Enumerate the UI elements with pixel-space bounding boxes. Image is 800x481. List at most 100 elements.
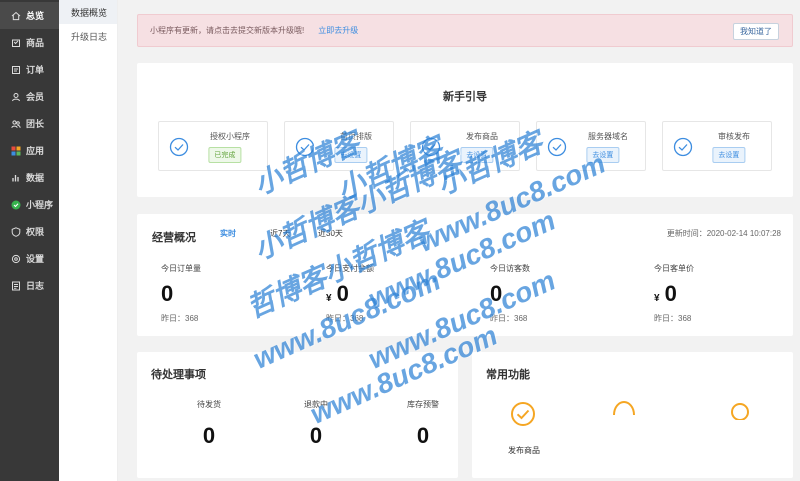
guide-step-setup-button[interactable]: 去设置 — [586, 147, 620, 163]
sidebar-item-label: 设置 — [26, 254, 45, 264]
guide-step-homepage-layout: 首页排版 去设置 — [284, 121, 394, 171]
sidebar-item-label: 团长 — [26, 119, 45, 129]
check-circle-icon — [295, 137, 315, 157]
metric-value: 0 — [664, 281, 677, 306]
submenu-item-data-overview[interactable]: 数据概览 — [59, 0, 117, 24]
metric-value-row: ¥ 0 — [654, 281, 800, 307]
metric-value-row: ¥ 0 — [326, 281, 476, 307]
guide-step-setup-button[interactable]: 去设置 — [460, 147, 494, 163]
got-it-button[interactable]: 我知道了 — [733, 23, 779, 40]
sidebar-item-members[interactable]: 会员 — [0, 83, 59, 110]
upgrade-now-link[interactable]: 立即去升级 — [318, 25, 358, 36]
guide-step-name: 首页排版 — [340, 132, 372, 141]
sidebar-item-label: 数据 — [26, 173, 45, 183]
guide-step-server-domain: 服务器域名 去设置 — [536, 121, 646, 171]
currency-symbol: ¥ — [326, 293, 332, 304]
sidebar-item-label: 小程序 — [26, 200, 54, 210]
update-time: 更新时间：2020-02-14 10:07:28 — [666, 229, 781, 238]
main-sidebar: 总览 商品 订单 会员 团长 应用 数据 小程序 权限 设置 日志 — [0, 0, 59, 481]
miniprogram-icon — [11, 200, 21, 210]
member-icon — [11, 92, 21, 102]
sidebar-item-label: 会员 — [26, 92, 45, 102]
apps-icon — [11, 146, 21, 156]
sub-menu: 数据概览 升级日志 — [59, 0, 118, 481]
pending-item-stock-warning[interactable]: 库存预警 0 — [378, 399, 468, 449]
settings-icon — [11, 254, 21, 264]
guide-step-name: 审核发布 — [718, 132, 750, 141]
sidebar-item-data[interactable]: 数据 — [0, 164, 59, 191]
sidebar-item-orders[interactable]: 订单 — [0, 56, 59, 83]
data-icon — [11, 173, 21, 183]
submenu-item-upgrade-log[interactable]: 升级日志 — [59, 24, 117, 48]
metric-value-row: 0 — [490, 281, 640, 307]
metric-today-payment: 今日支付金额 ¥ 0 昨日：368 — [326, 263, 476, 333]
common-functions-card: 常用功能 发布商品 — [472, 352, 793, 478]
sidebar-item-settings[interactable]: 设置 — [0, 245, 59, 272]
metric-yesterday: 昨日：368 — [326, 314, 364, 323]
beginner-guide-card: 新手引导 授权小程序 已完成 首页排版 去设置 发布商品 去设置 服务器域名 去… — [137, 63, 793, 197]
pending-value: 0 — [309, 423, 323, 448]
guide-step-name: 服务器域名 — [588, 132, 628, 141]
pending-items-card: 待处理事项 待发货 0 退款中 0 库存预警 0 — [137, 352, 458, 478]
metric-today-orders: 今日订单量 0 昨日：368 — [161, 263, 311, 333]
check-circle-icon — [169, 137, 189, 157]
guide-step-name: 发布商品 — [466, 132, 498, 141]
orange-function-icon[interactable] — [727, 400, 753, 420]
guide-title: 新手引导 — [443, 91, 487, 103]
check-circle-icon — [673, 137, 693, 157]
pending-title: 待处理事项 — [151, 369, 206, 381]
sidebar-item-overview[interactable]: 总览 — [0, 2, 59, 29]
order-icon — [11, 65, 21, 75]
metric-label: 今日订单量 — [161, 264, 201, 273]
leader-icon — [11, 119, 21, 129]
guide-step-setup-button[interactable]: 去设置 — [334, 147, 368, 163]
metric-label: 今日客单价 — [654, 264, 694, 273]
main-content: 小程序有更新，请点击去提交新版本升级哦! 立即去升级 我知道了 新手引导 授权小… — [118, 0, 800, 481]
sidebar-item-label: 应用 — [26, 146, 45, 156]
home-icon — [11, 11, 21, 21]
sidebar-item-apps[interactable]: 应用 — [0, 137, 59, 164]
sidebar-item-logs[interactable]: 日志 — [0, 272, 59, 299]
pending-item-to-ship[interactable]: 待发货 0 — [164, 399, 254, 449]
update-notice: 小程序有更新，请点击去提交新版本升级哦! 立即去升级 我知道了 — [137, 14, 793, 47]
metric-today-visitors: 今日访客数 0 昨日：368 — [490, 263, 640, 333]
tab-last-30-days[interactable]: 近30天 — [318, 228, 343, 239]
goods-icon — [11, 38, 21, 48]
permission-icon — [11, 226, 21, 237]
sidebar-item-miniprogram[interactable]: 小程序 — [0, 191, 59, 218]
metric-yesterday: 昨日：368 — [490, 314, 528, 323]
metric-label: 今日访客数 — [490, 264, 530, 273]
pending-item-refunding[interactable]: 退款中 0 — [271, 399, 361, 449]
metric-value: 0 — [161, 281, 174, 306]
common-title: 常用功能 — [486, 369, 530, 381]
pending-value: 0 — [416, 423, 430, 448]
tab-realtime[interactable]: 实时 — [220, 228, 236, 239]
sidebar-item-permissions[interactable]: 权限 — [0, 218, 59, 245]
business-overview-card: 经营概况 实时 近7天 近30天 更新时间：2020-02-14 10:07:2… — [137, 214, 793, 336]
currency-symbol: ¥ — [654, 293, 660, 304]
pending-label: 库存预警 — [407, 400, 439, 409]
metric-value: 0 — [490, 281, 503, 306]
metric-value-row: 0 — [161, 281, 311, 307]
sidebar-item-label: 订单 — [26, 65, 45, 75]
pending-value: 0 — [202, 423, 216, 448]
guide-steps: 授权小程序 已完成 首页排版 去设置 发布商品 去设置 服务器域名 去设置 审核… — [158, 121, 772, 173]
check-circle-icon — [547, 137, 567, 157]
sidebar-item-goods[interactable]: 商品 — [0, 29, 59, 56]
pending-label: 待发货 — [197, 400, 221, 409]
overview-title: 经营概况 — [152, 232, 196, 244]
log-icon — [11, 281, 21, 291]
sidebar-item-label: 权限 — [26, 227, 45, 237]
guide-step-name: 授权小程序 — [210, 132, 250, 141]
metric-yesterday: 昨日：368 — [161, 314, 199, 323]
sidebar-item-leaders[interactable]: 团长 — [0, 110, 59, 137]
orange-function-icon[interactable] — [611, 399, 637, 417]
metric-today-unit-price: 今日客单价 ¥ 0 昨日：368 — [654, 263, 800, 333]
metric-yesterday: 昨日：368 — [654, 314, 692, 323]
tab-last-7-days[interactable]: 近7天 — [270, 228, 290, 239]
check-circle-icon[interactable] — [510, 401, 536, 427]
guide-step-setup-button[interactable]: 去设置 — [712, 147, 746, 163]
publish-goods-shortcut[interactable]: 发布商品 — [508, 445, 540, 456]
guide-step-review-publish: 审核发布 去设置 — [662, 121, 772, 171]
sidebar-item-label: 商品 — [26, 38, 45, 48]
